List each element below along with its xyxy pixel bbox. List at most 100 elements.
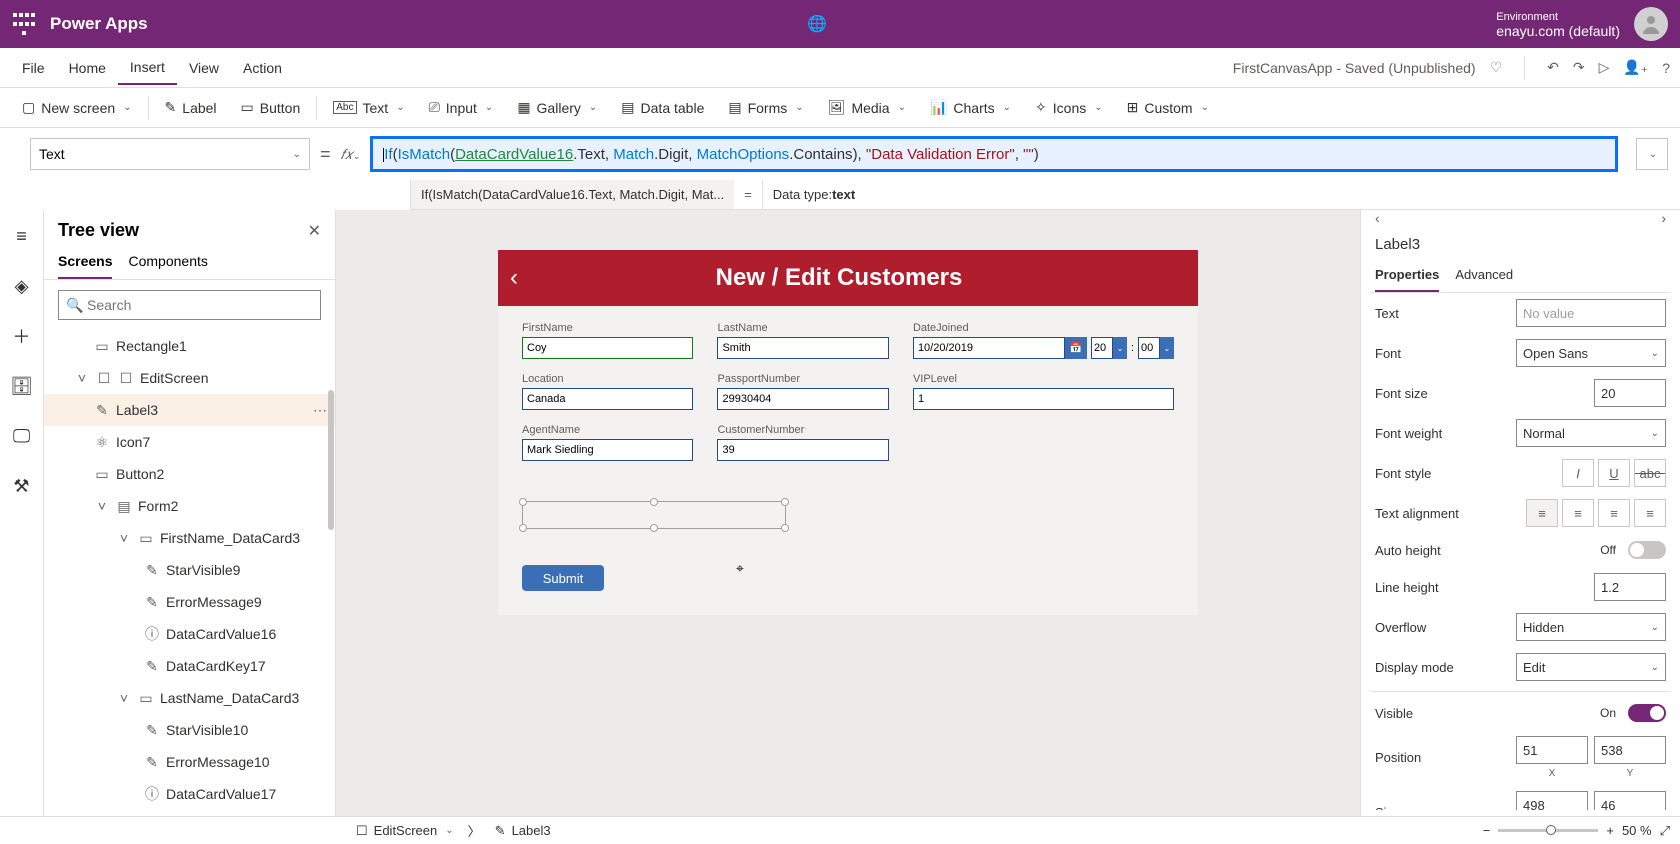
ribbon-forms[interactable]: ▤Forms⌄ (716, 93, 815, 122)
ribbon-media[interactable]: 🖼Media⌄ (816, 93, 918, 122)
chevron-down-icon[interactable]: ⌄ (1113, 337, 1127, 359)
tree-item-lastname_datacard3[interactable]: ˅▭LastName_DataCard3 (44, 682, 335, 714)
ribbon-custom[interactable]: ⊞Custom⌄ (1115, 93, 1221, 122)
expander-icon[interactable]: ˅ (94, 498, 110, 514)
visible-toggle[interactable] (1628, 704, 1666, 722)
prop-size-h-input[interactable]: 46 (1594, 791, 1666, 810)
next-control-icon[interactable]: › (1661, 210, 1666, 226)
ribbon-button[interactable]: ▭Button (229, 93, 313, 122)
tree-item-editscreen[interactable]: ˅☐☐EditScreen (44, 362, 335, 394)
agent-input[interactable] (522, 439, 693, 461)
resize-handle[interactable] (781, 498, 789, 506)
tree-item-starvisible9[interactable]: ✎StarVisible9 (44, 554, 335, 586)
date-hh[interactable] (1091, 337, 1113, 359)
prop-display-select[interactable]: Edit⌄ (1516, 653, 1666, 681)
datejoined-input[interactable] (913, 337, 1065, 359)
app-launcher-icon[interactable] (12, 12, 36, 36)
tree-item-errormessage9[interactable]: ✎ErrorMessage9 (44, 586, 335, 618)
redo-icon[interactable]: ↷ (1573, 59, 1585, 76)
expander-icon[interactable]: ˅ (74, 370, 90, 386)
tree-tab-screens[interactable]: Screens (58, 245, 112, 279)
zoom-out-icon[interactable]: − (1483, 823, 1491, 838)
user-avatar[interactable] (1634, 7, 1668, 41)
preview-icon[interactable]: ▷ (1599, 59, 1610, 76)
prop-text-input[interactable]: No value (1516, 299, 1666, 327)
tree-item-icon7[interactable]: ⚛Icon7 (44, 426, 335, 458)
calendar-icon[interactable]: 📅 (1065, 337, 1087, 359)
expander-icon[interactable]: ˅ (116, 530, 132, 546)
menu-view[interactable]: View (177, 52, 231, 84)
tree-item-datacardkey17[interactable]: ✎DataCardKey17 (44, 650, 335, 682)
more-icon[interactable]: ⋯ (313, 402, 327, 419)
menu-insert[interactable]: Insert (118, 51, 177, 85)
rail-media-icon[interactable]: 🖵 (4, 418, 40, 454)
menu-file[interactable]: File (10, 52, 57, 84)
prop-fontsize-input[interactable]: 20 (1594, 379, 1666, 407)
back-icon[interactable]: ‹ (510, 264, 518, 292)
firstname-input[interactable] (522, 337, 693, 359)
fx-icon[interactable]: 𝑓𝑥⌄ (341, 146, 361, 163)
align-justify-button[interactable]: ≡ (1634, 499, 1666, 527)
app-checker-icon[interactable]: ♡ (1490, 59, 1503, 76)
rail-hamburger-icon[interactable]: ≡ (4, 218, 40, 254)
custnum-input[interactable] (717, 439, 888, 461)
vip-input[interactable] (913, 388, 1174, 410)
zoom-slider[interactable] (1498, 829, 1598, 832)
formula-expand-button[interactable]: ⌄ (1636, 138, 1668, 170)
ribbon-new-screen[interactable]: ▢New screen⌄ (10, 93, 144, 122)
strike-button[interactable]: abc (1634, 459, 1666, 487)
underline-button[interactable]: U (1598, 459, 1630, 487)
slider-knob[interactable] (1546, 825, 1556, 835)
tree-item-rectangle1[interactable]: ▭Rectangle1 (44, 330, 335, 362)
autoheight-toggle[interactable] (1628, 541, 1666, 559)
ribbon-label[interactable]: ✎Label (153, 93, 229, 122)
tree-tab-components[interactable]: Components (128, 245, 207, 279)
tree-item-datacardvalue17[interactable]: ⓘDataCardValue17 (44, 778, 335, 810)
align-center-button[interactable]: ≡ (1562, 499, 1594, 527)
prop-overflow-select[interactable]: Hidden⌄ (1516, 613, 1666, 641)
resize-handle[interactable] (650, 498, 658, 506)
tree-item-button2[interactable]: ▭Button2 (44, 458, 335, 490)
tree-item-firstname_datacard3[interactable]: ˅▭FirstName_DataCard3 (44, 522, 335, 554)
prop-tab-properties[interactable]: Properties (1375, 259, 1439, 292)
fit-screen-icon[interactable]: ⤢ (1660, 823, 1670, 839)
align-left-button[interactable]: ≡ (1526, 499, 1558, 527)
checkbox-icon[interactable]: ☐ (96, 370, 112, 386)
passport-input[interactable] (717, 388, 888, 410)
formula-input[interactable]: If(IsMatch(DataCardValue16.Text, Match.D… (370, 136, 1618, 172)
ribbon-icons[interactable]: ✧Icons⌄ (1023, 93, 1115, 122)
prop-fontweight-select[interactable]: Normal⌄ (1516, 419, 1666, 447)
prop-tab-advanced[interactable]: Advanced (1455, 259, 1513, 292)
environment-block[interactable]: Environment enayu.com (default) (1496, 10, 1620, 38)
rail-tools-icon[interactable]: ⚒ (4, 468, 40, 504)
resize-handle[interactable] (519, 498, 527, 506)
ribbon-charts[interactable]: 📊Charts⌄ (918, 93, 1023, 122)
prop-size-w-input[interactable]: 498 (1516, 791, 1588, 810)
ribbon-text[interactable]: AbcText⌄ (321, 94, 416, 122)
rail-data-icon[interactable]: 🗄 (4, 368, 40, 404)
canvas-surface[interactable]: ‹ New / Edit Customers FirstName LastNam… (498, 250, 1198, 615)
rail-insert-icon[interactable]: ＋ (4, 318, 40, 354)
expander-icon[interactable]: ˅ (116, 690, 132, 706)
menu-home[interactable]: Home (57, 52, 118, 84)
label3-selection-box[interactable] (522, 501, 786, 529)
submit-button[interactable]: Submit (522, 565, 604, 591)
scrollbar-thumb[interactable] (328, 390, 334, 530)
share-icon[interactable]: 👤₊ (1623, 59, 1648, 76)
lastname-input[interactable] (717, 337, 888, 359)
prop-lineheight-input[interactable]: 1.2 (1594, 573, 1666, 601)
resize-handle[interactable] (519, 524, 527, 532)
prop-pos-y-input[interactable]: 538 (1594, 736, 1666, 764)
tree-item-form2[interactable]: ˅▤Form2 (44, 490, 335, 522)
help-icon[interactable]: ? (1662, 60, 1670, 76)
tree-item-starvisible10[interactable]: ✎StarVisible10 (44, 714, 335, 746)
prop-font-select[interactable]: Open Sans⌄ (1516, 339, 1666, 367)
undo-icon[interactable]: ↶ (1547, 59, 1559, 76)
prev-control-icon[interactable]: ‹ (1375, 210, 1380, 226)
ribbon-data-table[interactable]: ▤Data table (609, 93, 716, 122)
tree-item-errormessage10[interactable]: ✎ErrorMessage10 (44, 746, 335, 778)
prop-pos-x-input[interactable]: 51 (1516, 736, 1588, 764)
breadcrumb-label3[interactable]: ✎Label3 (489, 823, 557, 839)
tree-item-label3[interactable]: ✎Label3⋯ (44, 394, 335, 426)
tree-item-datacardvalue16[interactable]: ⓘDataCardValue16 (44, 618, 335, 650)
